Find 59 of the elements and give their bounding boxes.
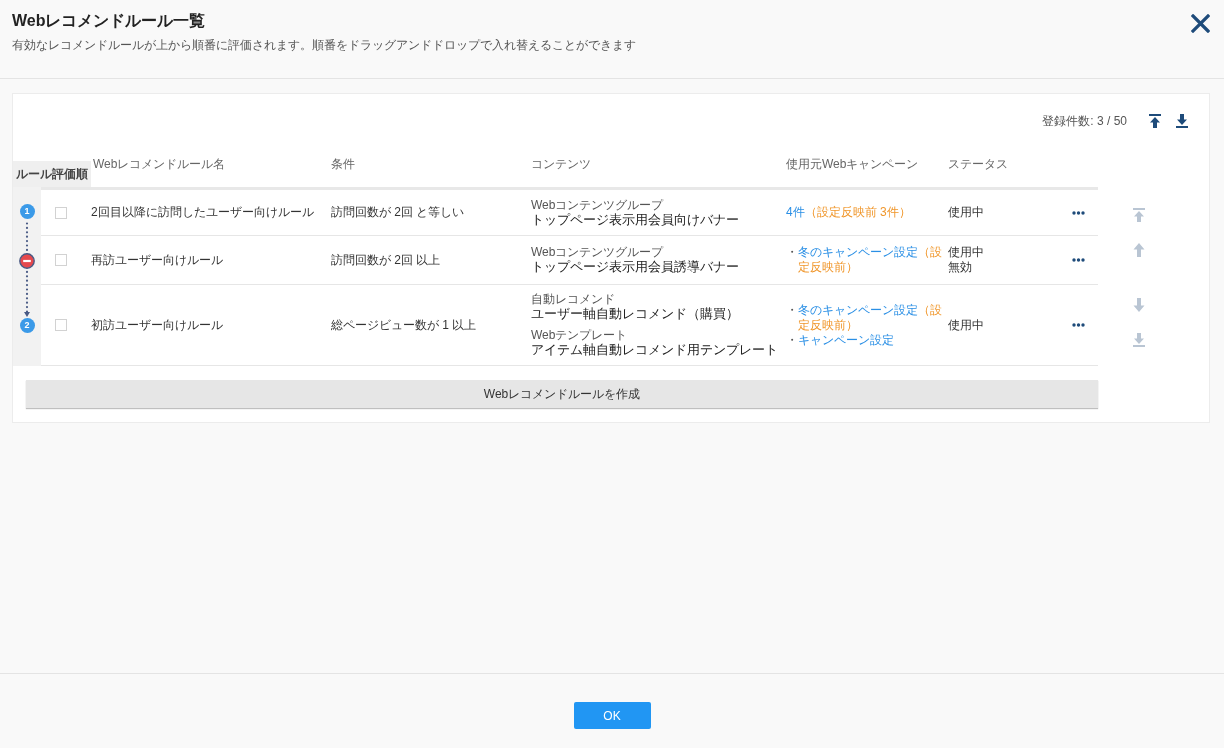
arrow-up-icon <box>1132 243 1146 257</box>
arrow-to-bottom-icon <box>1175 114 1189 128</box>
campaign-summary: 4件（設定反映前 3件） <box>786 205 912 220</box>
column-header: Webレコメンドルール名 <box>92 157 227 172</box>
arrow-to-top-icon <box>1132 208 1146 222</box>
page-description: 有効なレコメンドルールが上から順番に評価されます。順番をドラッグアンドドロップで入れ替えることができます <box>12 38 636 53</box>
rule-condition: 訪問回数が 2回 と等しい <box>331 205 465 220</box>
evaluation-order-label: ルール評価順 <box>13 161 91 187</box>
jump-to-top-button[interactable] <box>1148 114 1162 128</box>
ellipsis-icon <box>1072 258 1085 262</box>
close-button[interactable] <box>1191 14 1210 33</box>
rule-name: 2回目以降に訪問したユーザー向けルール <box>91 205 314 220</box>
content-title: トップページ表示用会員誘導バナー <box>531 259 739 275</box>
content-type-label: Webテンプレート <box>531 328 628 342</box>
content-type-label: Webコンテンツグループ <box>531 197 664 212</box>
rule-condition: 総ページビュー数が 1 以上 <box>331 317 477 333</box>
order-number-badge: 2 <box>19 318 35 333</box>
content-title: アイテム軸自動レコメンド用テンプレート <box>531 342 778 358</box>
campaign-link[interactable]: 冬のキャンペーン設定 <box>798 302 918 317</box>
column-header: 使用元Webキャンペーン <box>786 157 920 172</box>
content-title: ユーザー軸自動レコメンド（購買） <box>531 306 739 322</box>
more-button[interactable] <box>1072 323 1085 327</box>
column-header: ステータス <box>948 157 1009 172</box>
status-text: 無効 <box>948 260 972 275</box>
rule-name: 再訪ユーザー向けルール <box>91 252 223 268</box>
campaign-entry: ・冬のキャンペーン設定（設定反映前） <box>786 245 943 275</box>
arrow-to-bottom-icon <box>1132 333 1146 347</box>
content-type-label: Webコンテンツグループ <box>531 245 664 259</box>
row-checkbox[interactable] <box>55 254 67 266</box>
campaign-entry: ・冬のキャンペーン設定（設定反映前） <box>786 302 943 333</box>
column-header: コンテンツ <box>531 157 592 172</box>
content-title: トップページ表示用会員向けバナー <box>531 211 739 228</box>
jump-to-bottom-button[interactable] <box>1175 114 1189 128</box>
more-button[interactable] <box>1072 258 1085 262</box>
column-header: 条件 <box>331 157 356 172</box>
row-checkbox[interactable] <box>55 319 67 331</box>
page-title: Webレコメンドルール一覧 <box>12 11 207 31</box>
arrow-to-top-icon <box>1148 114 1162 128</box>
campaign-link[interactable]: 冬のキャンペーン設定 <box>798 245 918 259</box>
row-checkbox[interactable] <box>55 206 67 219</box>
create-rule-button[interactable]: Webレコメンドルールを作成 <box>26 380 1098 408</box>
status-text: 使用中 <box>948 317 984 333</box>
more-button[interactable] <box>1072 210 1085 215</box>
status-text: 使用中 <box>948 245 984 260</box>
campaign-link[interactable]: 4件 <box>786 205 805 219</box>
excluded-minus-icon <box>19 252 35 269</box>
ok-button[interactable]: OK <box>573 702 651 729</box>
record-count: 登録件数: 3 / 50 <box>1042 112 1127 130</box>
close-icon <box>1191 14 1210 33</box>
campaign-entry: ・キャンペーン設定 <box>786 332 895 348</box>
rule-condition: 訪問回数が 2回 以上 <box>331 252 441 268</box>
ellipsis-icon <box>1072 323 1085 327</box>
order-number-badge: 1 <box>19 204 35 219</box>
status-text: 使用中 <box>948 205 984 220</box>
ellipsis-icon <box>1072 210 1085 215</box>
content-type-label: 自動レコメンド <box>531 292 615 306</box>
arrow-down-icon <box>1132 298 1146 312</box>
rule-name: 初訪ユーザー向けルール <box>91 317 223 333</box>
campaign-link[interactable]: キャンペーン設定 <box>798 332 894 347</box>
